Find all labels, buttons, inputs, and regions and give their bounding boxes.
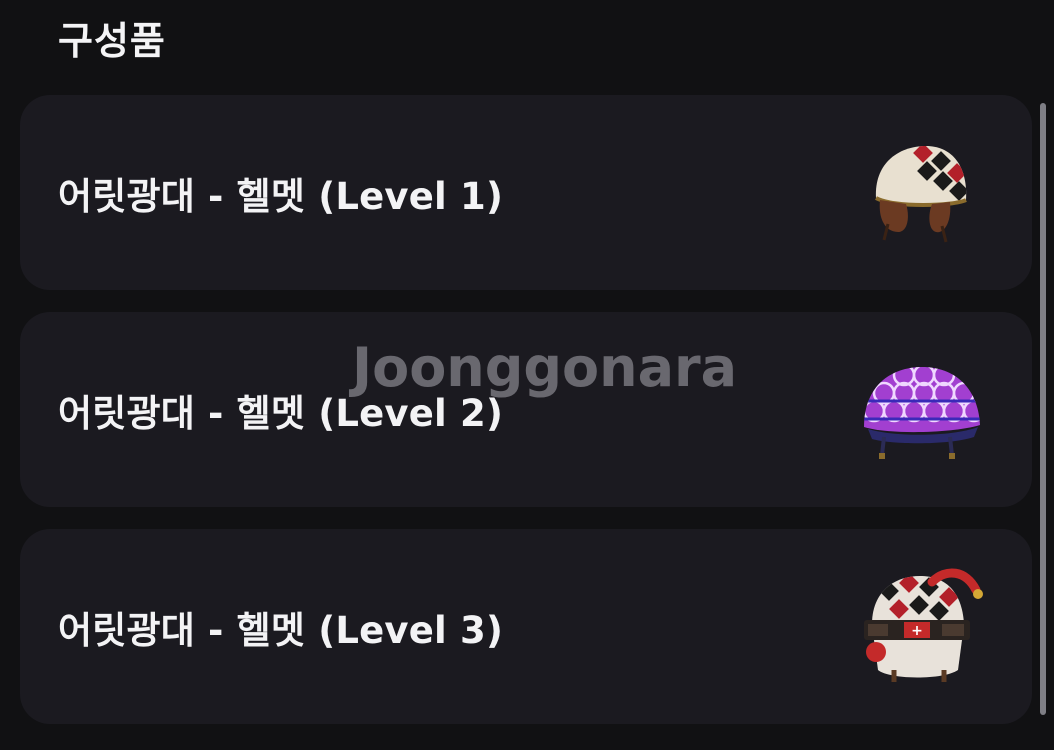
items-list: 어릿광대 - 헬멧 (Level 1) 어릿광대 - 헬멧 (Level 2) … — [20, 95, 1032, 724]
scrollbar[interactable] — [1040, 103, 1046, 715]
section-title: 구성품 — [58, 19, 166, 63]
svg-text:+: + — [911, 623, 923, 639]
item-card-level-2[interactable]: 어릿광대 - 헬멧 (Level 2) — [20, 312, 1032, 507]
item-name: 어릿광대 - 헬멧 (Level 2) — [58, 391, 504, 435]
level1-helmet-icon — [854, 128, 984, 258]
item-card-level-3[interactable]: 어릿광대 - 헬멧 (Level 3) + — [20, 529, 1032, 724]
item-name: 어릿광대 - 헬멧 (Level 3) — [58, 608, 504, 652]
level2-helmet-icon — [854, 345, 984, 475]
item-card-level-1[interactable]: 어릿광대 - 헬멧 (Level 1) — [20, 95, 1032, 290]
item-name: 어릿광대 - 헬멧 (Level 1) — [58, 174, 504, 218]
level3-helmet-icon: + — [854, 562, 984, 692]
